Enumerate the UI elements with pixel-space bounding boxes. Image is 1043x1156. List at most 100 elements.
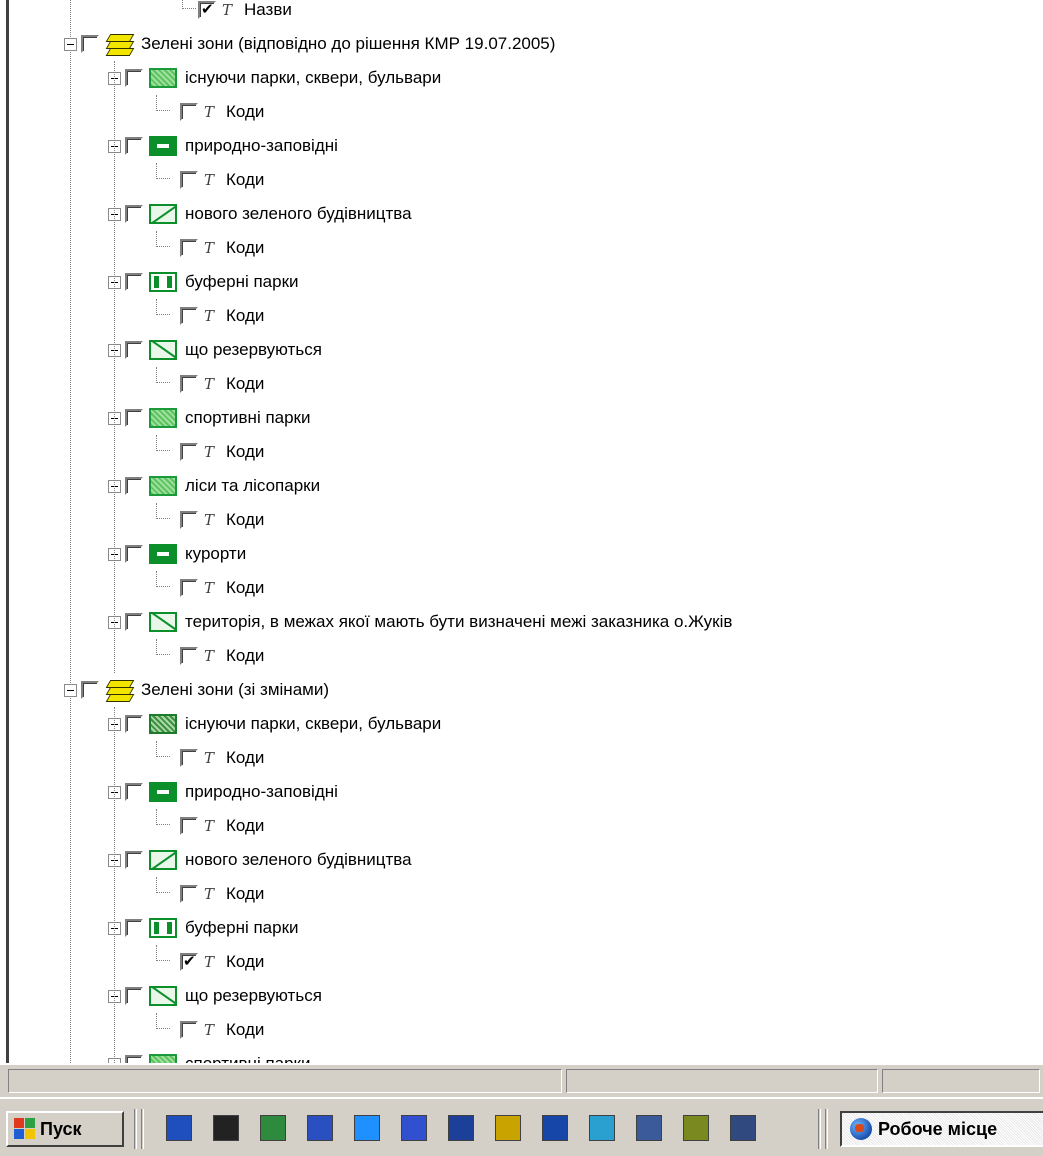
tree-connector <box>156 639 170 655</box>
s-icon[interactable] <box>354 1115 380 1141</box>
collapse-toggle[interactable] <box>64 683 77 697</box>
globe-icon[interactable] <box>542 1115 568 1141</box>
text-label-icon: T <box>204 307 215 325</box>
legend-swatch-icon <box>149 476 177 496</box>
tree-row: T Назви <box>198 0 292 27</box>
tree-row: T Коди <box>180 639 264 673</box>
status-bar <box>0 1063 1043 1097</box>
layer-checkbox[interactable] <box>125 137 143 155</box>
child-label: Коди <box>226 238 265 257</box>
taskbar-separator <box>825 1109 828 1149</box>
tree-connector <box>156 503 170 519</box>
code-checkbox[interactable] <box>180 239 198 257</box>
layer-checkbox[interactable] <box>125 545 143 563</box>
child-label: Коди <box>226 510 265 529</box>
layer-checkbox[interactable] <box>125 409 143 427</box>
layer-checkbox[interactable] <box>125 477 143 495</box>
text-label-icon: T <box>204 647 215 665</box>
code-checkbox[interactable] <box>180 579 198 597</box>
word-icon[interactable] <box>307 1115 333 1141</box>
tree-row: Зелені зони (зі змінами) <box>64 673 329 707</box>
layer-checkbox[interactable] <box>125 919 143 937</box>
form-icon[interactable] <box>730 1115 756 1141</box>
windows-logo-icon <box>14 1118 36 1140</box>
layer-checkbox[interactable] <box>125 851 143 869</box>
legend-swatch-icon <box>149 204 177 224</box>
text-label-icon: T <box>204 375 215 393</box>
child-label: Коди <box>226 170 265 189</box>
tree-connector <box>182 0 196 9</box>
code-checkbox[interactable] <box>180 103 198 121</box>
child-label: Коди <box>226 1020 265 1039</box>
child-label: Коди <box>226 816 265 835</box>
tree-row: ліси та лісопарки <box>108 469 320 503</box>
layer-checkbox[interactable] <box>125 205 143 223</box>
legend-swatch-icon <box>149 408 177 428</box>
window-icon[interactable] <box>448 1115 474 1141</box>
code-checkbox[interactable] <box>180 647 198 665</box>
text-label-icon: T <box>204 953 215 971</box>
layer-tree[interactable]: T Назви Зелені зони (відповідно до рішення… <box>0 0 1043 1063</box>
legend-swatch-icon <box>149 136 177 156</box>
group-checkbox[interactable] <box>81 35 99 53</box>
taskbar: Пуск Робоче місце <box>0 1097 1043 1156</box>
text-label-icon: T <box>204 239 215 257</box>
text-label-icon: T <box>204 1021 215 1039</box>
layer-checkbox[interactable] <box>125 987 143 1005</box>
clock-icon[interactable] <box>495 1115 521 1141</box>
text-label-icon: T <box>204 749 215 767</box>
excel-icon[interactable] <box>260 1115 286 1141</box>
tree-connector <box>156 231 170 247</box>
child-label: Коди <box>226 102 265 121</box>
tree-row: T Коди <box>180 877 264 911</box>
layer-label: спортивні парки <box>185 408 311 427</box>
monitor-icon[interactable] <box>636 1115 662 1141</box>
code-checkbox[interactable] <box>180 307 198 325</box>
status-panel-3 <box>882 1069 1040 1093</box>
layer-checkbox[interactable] <box>125 69 143 87</box>
tree-connector <box>156 163 170 179</box>
tree-row: існуючи парки, сквери, бульвари <box>108 707 441 741</box>
layer-label: що резервуються <box>185 340 322 359</box>
tree-pane-edge <box>0 0 9 1063</box>
code-checkbox[interactable] <box>180 817 198 835</box>
layer-label: буферні парки <box>185 272 299 291</box>
start-button[interactable]: Пуск <box>6 1111 124 1147</box>
code-checkbox[interactable] <box>180 749 198 767</box>
code-checkbox[interactable] <box>180 885 198 903</box>
book-icon[interactable] <box>166 1115 192 1141</box>
code-checkbox[interactable] <box>180 375 198 393</box>
layer-checkbox[interactable] <box>198 0 216 19</box>
code-checkbox[interactable] <box>180 1021 198 1039</box>
layer-checkbox[interactable] <box>125 613 143 631</box>
child-label: Коди <box>226 646 265 665</box>
code-checkbox[interactable] <box>180 952 198 971</box>
tree-row: T Коди <box>180 741 264 775</box>
notepad-icon[interactable] <box>683 1115 709 1141</box>
tree-row: територія, в межах якої мають бути визна… <box>108 605 732 639</box>
layer-checkbox[interactable] <box>125 341 143 359</box>
sync-icon[interactable] <box>589 1115 615 1141</box>
tree-row: T Коди <box>180 163 264 197</box>
tree-row: нового зеленого будівництва <box>108 843 412 877</box>
tree-row: T Коди <box>180 571 264 605</box>
tree-connector <box>156 741 170 757</box>
layer-checkbox[interactable] <box>125 1055 143 1063</box>
layer-checkbox[interactable] <box>125 273 143 291</box>
start-label: Пуск <box>40 1118 82 1139</box>
code-checkbox[interactable] <box>180 443 198 461</box>
task-button-workspace[interactable]: Робоче місце <box>840 1111 1043 1147</box>
tree-connector <box>156 571 170 587</box>
layer-checkbox[interactable] <box>125 783 143 801</box>
group-checkbox[interactable] <box>81 681 99 699</box>
code-checkbox[interactable] <box>180 171 198 189</box>
code-checkbox[interactable] <box>180 511 198 529</box>
layer-label: існуючи парки, сквери, бульвари <box>185 714 442 733</box>
grid-icon[interactable] <box>213 1115 239 1141</box>
child-label: Коди <box>226 952 265 971</box>
tree-row: T Коди <box>180 95 264 129</box>
collapse-toggle[interactable] <box>64 37 77 51</box>
legend-swatch-icon <box>149 272 177 292</box>
disk-icon[interactable] <box>401 1115 427 1141</box>
layer-checkbox[interactable] <box>125 715 143 733</box>
